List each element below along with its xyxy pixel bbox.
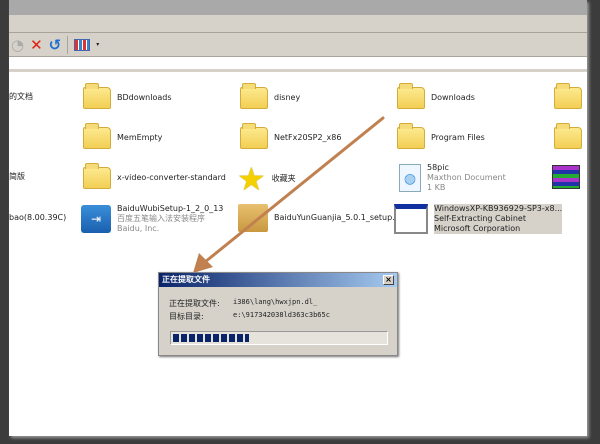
item-size: 1 KB (427, 183, 446, 192)
close-button[interactable]: × (383, 275, 394, 285)
list-item[interactable]: WindowsXP-KB936929-SP3-x8... Self-Extract… (394, 204, 563, 234)
list-item[interactable] (552, 165, 580, 189)
item-type: 百度五笔输入法安装程序 (117, 214, 205, 223)
progress-block (205, 334, 211, 342)
list-item[interactable]: Program Files (397, 123, 485, 149)
item-label: disney (274, 93, 301, 102)
list-item[interactable]: bao(8.00.39C) (9, 213, 66, 223)
item-label: BaiduWubiSetup-1_2_0_13 (117, 204, 224, 213)
item-label: Downloads (431, 93, 475, 102)
list-item[interactable]: NetFx20SP2_x86 (240, 123, 342, 149)
file-label: 正在提取文件: (169, 299, 220, 308)
list-item[interactable]: MemEmpty (83, 123, 163, 149)
progress-fill (173, 334, 250, 342)
item-label: 58pic (427, 163, 449, 172)
list-item[interactable]: 的文档 (9, 92, 33, 102)
delete-icon[interactable]: ✕ (30, 36, 43, 54)
title-bar (9, 0, 587, 15)
dialog-title: 正在提取文件 (162, 275, 210, 284)
views-dropdown-icon[interactable]: ▾ (96, 41, 99, 48)
folder-icon (554, 123, 582, 149)
folder-icon (240, 123, 268, 149)
toolbar-separator (67, 35, 69, 54)
file-value: i386\lang\hwxjpn.dl_ (233, 298, 318, 306)
list-item[interactable]: 简版 (9, 172, 25, 182)
explorer-window: ◔ ✕ ↺ ▾ 的文档 BDdownloads disney Downloads… (9, 0, 587, 436)
baidu-wubi-installer-icon: ⇥ (81, 205, 111, 233)
list-item[interactable]: x-video-converter-standard (83, 163, 226, 189)
folder-icon (83, 163, 111, 189)
dir-row: 目标目录: e:\917342038ld363c3b65c (169, 311, 330, 322)
list-item[interactable]: BaiduYunGuanjia_5.0.1_setup... (238, 204, 400, 232)
list-item[interactable]: ◍ 58pic Maxthon Document 1 KB (399, 163, 506, 193)
progress-bar (170, 331, 388, 345)
list-item[interactable]: ★ 收藏夹 (237, 163, 296, 195)
progress-block (229, 334, 235, 342)
list-item[interactable]: disney (240, 83, 301, 109)
installer-window-icon (394, 204, 428, 234)
file-row: 正在提取文件: i386\lang\hwxjpn.dl_ (169, 298, 317, 309)
item-type: Maxthon Document (427, 173, 506, 182)
list-item[interactable] (554, 123, 582, 149)
item-type: Self-Extracting Cabinet (434, 214, 526, 223)
item-label: NetFx20SP2_x86 (274, 133, 342, 142)
item-label: BDdownloads (117, 93, 172, 102)
progress-block (221, 334, 227, 342)
menu-bar (9, 15, 587, 33)
folder-icon (397, 83, 425, 109)
address-bar[interactable] (9, 58, 587, 72)
package-box-icon (238, 204, 268, 232)
progress-block (213, 334, 219, 342)
item-label: 收藏夹 (271, 174, 296, 183)
favorites-star-icon: ★ (237, 160, 266, 198)
extract-dialog: 正在提取文件 × 正在提取文件: i386\lang\hwxjpn.dl_ 目标目录… (158, 272, 398, 356)
folders-icon[interactable]: ◔ (11, 36, 24, 54)
views-icon[interactable] (74, 38, 91, 51)
item-label: Program Files (431, 133, 485, 142)
item-label: 简版 (9, 172, 25, 181)
progress-block (245, 334, 250, 342)
progress-block (189, 334, 195, 342)
progress-block (173, 334, 179, 342)
item-label: bao(8.00.39C) (9, 213, 67, 222)
folder-icon (397, 123, 425, 149)
folder-icon (83, 83, 111, 109)
list-item[interactable] (554, 83, 582, 109)
item-company: Microsoft Corporation (434, 224, 521, 233)
toolbar: ◔ ✕ ↺ ▾ (9, 33, 587, 57)
folder-icon (83, 123, 111, 149)
web-document-icon: ◍ (399, 164, 421, 192)
dir-value: e:\917342038ld363c3b65c (233, 311, 330, 319)
dir-label: 目标目录: (169, 312, 204, 321)
winrar-archive-icon (552, 165, 580, 189)
item-label: WindowsXP-KB936929-SP3-x8... (434, 204, 563, 213)
list-item[interactable]: Downloads (397, 83, 475, 109)
dialog-title-bar: 正在提取文件 × (159, 273, 397, 287)
undo-icon[interactable]: ↺ (49, 36, 62, 54)
item-label: MemEmpty (117, 133, 163, 142)
item-label: BaiduYunGuanjia_5.0.1_setup... (274, 213, 400, 222)
folder-icon (554, 83, 582, 109)
progress-block (181, 334, 187, 342)
item-company: Baidu, Inc. (117, 224, 160, 233)
item-label: x-video-converter-standard (117, 173, 226, 182)
progress-block (197, 334, 203, 342)
item-label: 的文档 (9, 92, 33, 101)
folder-icon (240, 83, 268, 109)
list-item[interactable]: BDdownloads (83, 83, 172, 109)
list-item[interactable]: ⇥ BaiduWubiSetup-1_2_0_13 百度五笔输入法安装程序 Baidu… (81, 204, 223, 234)
progress-block (237, 334, 243, 342)
